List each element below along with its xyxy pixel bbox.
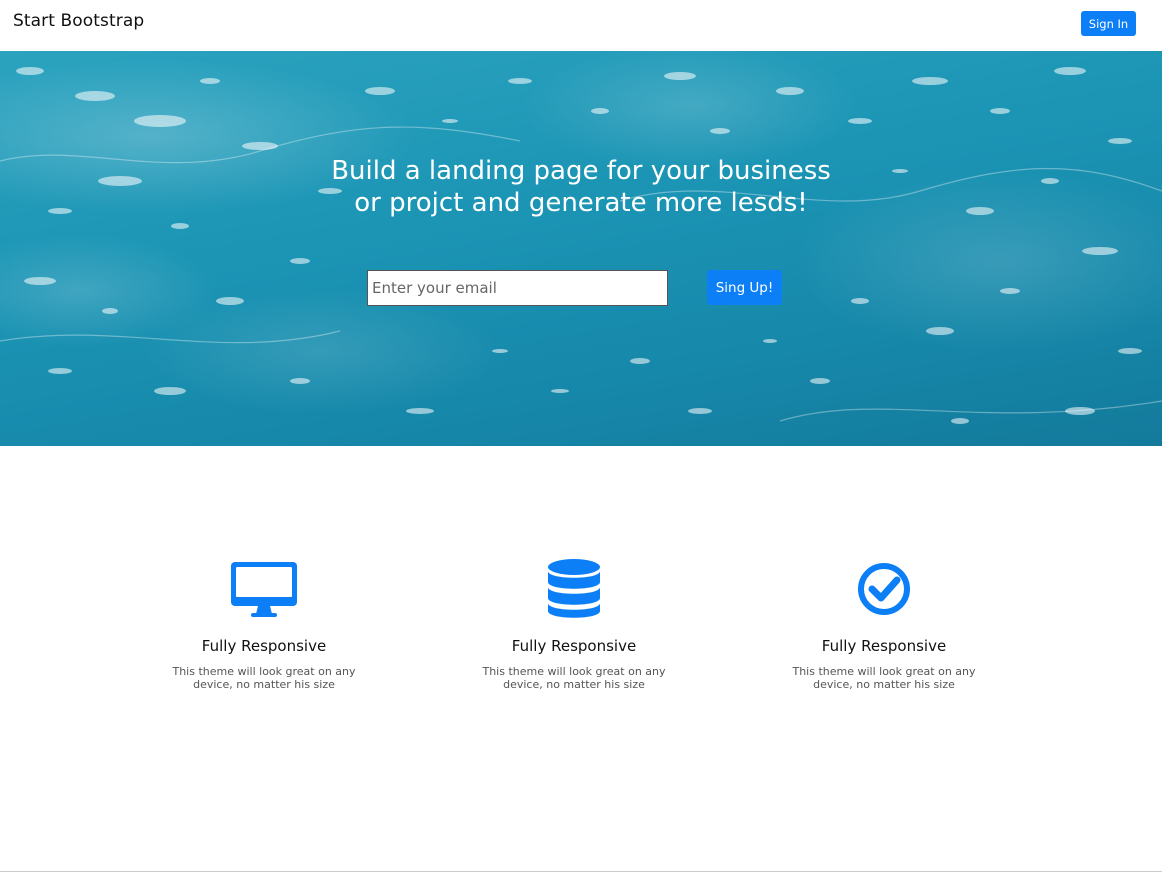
sign-up-button[interactable]: Sing Up! [707,270,782,305]
hero-heading-line-1: Build a landing page for your business [331,156,831,186]
hero-section: Build a landing page for your business o… [0,51,1162,446]
feature-description: This theme will look great on any device… [482,665,666,691]
top-navbar: Start Bootstrap Sign In [0,0,1162,51]
feature-description: This theme will look great on any device… [172,665,356,691]
brand-logo-text[interactable]: Start Bootstrap [13,11,144,31]
feature-item: Fully Responsive This theme will look gr… [149,558,379,691]
check-circle-icon [769,558,999,620]
water-background-image [0,67,1162,424]
feature-title: Fully Responsive [511,637,637,655]
footer-divider [0,871,1162,872]
hero-heading-line-2: or projct and generate more lesds! [354,188,808,218]
feature-item: Fully Responsive This theme will look gr… [769,558,999,691]
desktop-icon [149,558,379,620]
hero-heading: Build a landing page for your business o… [0,155,1162,219]
feature-title: Fully Responsive [821,637,947,655]
sign-in-button[interactable]: Sign In [1081,11,1136,36]
feature-item: Fully Responsive This theme will look gr… [459,558,689,691]
feature-title: Fully Responsive [201,637,327,655]
email-input[interactable] [367,270,668,306]
feature-description: This theme will look great on any device… [792,665,976,691]
database-icon [459,558,689,620]
